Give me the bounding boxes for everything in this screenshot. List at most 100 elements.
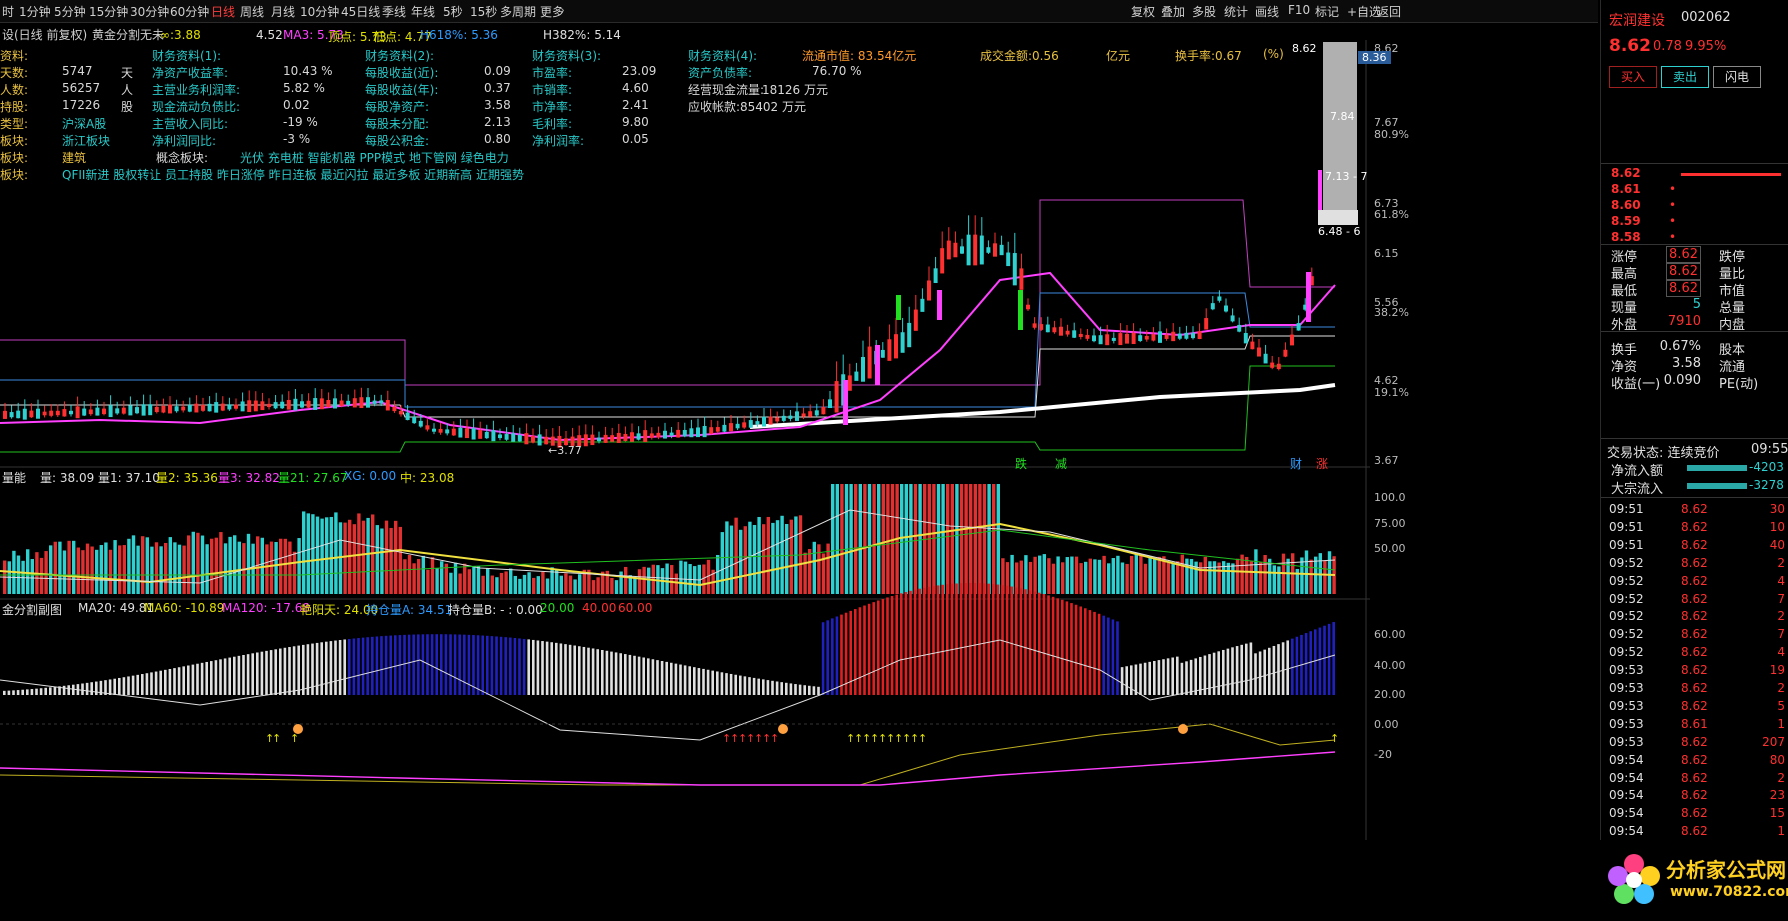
candle-body xyxy=(1006,252,1011,267)
fund-label: 持股: xyxy=(0,100,29,114)
toolbar-item[interactable]: 画线 xyxy=(1255,3,1279,20)
toolbar-item[interactable]: 返回 xyxy=(1377,3,1401,20)
sub-bar xyxy=(90,682,93,695)
toolbar-item[interactable]: 复权 xyxy=(1131,3,1155,20)
sub-bar xyxy=(900,593,903,695)
candle-body xyxy=(715,427,720,432)
volume-bar xyxy=(283,538,287,594)
volume-bar xyxy=(72,540,76,594)
sub-bar xyxy=(964,583,967,695)
sub-bar xyxy=(564,644,567,695)
volume-bar xyxy=(683,561,688,594)
period-tab[interactable]: 60分钟 xyxy=(170,3,209,20)
divider xyxy=(1601,163,1788,164)
toolbar-item[interactable]: +自选 xyxy=(1347,3,1381,20)
event-mark[interactable]: 减 xyxy=(1055,455,1067,472)
candle-body xyxy=(359,397,364,409)
volume-bar xyxy=(426,569,430,594)
period-tab[interactable]: 日线 xyxy=(211,3,235,20)
sub-bar xyxy=(532,639,535,695)
sub-bar xyxy=(302,644,305,695)
volume-bar xyxy=(237,541,241,594)
sub-bar xyxy=(430,634,434,695)
period-tab[interactable]: 多周期 xyxy=(500,3,536,20)
candle-body xyxy=(352,398,357,408)
volume-bar xyxy=(522,574,527,594)
event-mark[interactable]: 跌 xyxy=(1015,455,1027,472)
tick-volume: 7 xyxy=(1777,627,1785,642)
candle-body xyxy=(1296,323,1301,331)
fund-label: 市盈率: xyxy=(532,66,573,80)
sub-bar xyxy=(164,669,167,695)
toolbar-item[interactable]: 统计 xyxy=(1224,3,1248,20)
volume-bar xyxy=(1047,558,1051,594)
period-tab[interactable]: 15分钟 xyxy=(89,3,128,20)
price-axis-label: 6.15 xyxy=(1374,247,1399,260)
fund-value: 23.09 xyxy=(622,64,657,78)
period-tab[interactable]: 季线 xyxy=(382,3,406,20)
volume-bar xyxy=(39,557,44,594)
event-mark[interactable]: 涨 xyxy=(1316,455,1328,472)
candle-body xyxy=(953,242,958,258)
volume-bar xyxy=(1038,555,1042,594)
candle-body xyxy=(795,411,799,421)
period-tab[interactable]: 30分钟 xyxy=(130,3,169,20)
sub-bar xyxy=(72,684,75,695)
volume-bar xyxy=(559,575,563,594)
sub-bar xyxy=(936,585,940,695)
period-tab[interactable]: 周线 xyxy=(240,3,264,20)
sub-bar xyxy=(256,652,259,695)
candle-body xyxy=(234,404,238,409)
period-tab[interactable]: 时 xyxy=(2,3,14,20)
toolbar-item[interactable]: F10 xyxy=(1288,3,1310,17)
sub-bar xyxy=(918,588,921,695)
fund-section-title: 财务资料(4): xyxy=(688,49,758,63)
period-tab[interactable]: 5分钟 xyxy=(54,3,86,20)
sub-bar xyxy=(1231,647,1234,695)
volume-bar xyxy=(274,541,278,594)
buy-button[interactable]: 买入 xyxy=(1609,66,1657,88)
sub-bar xyxy=(950,583,954,695)
fund-section-title: 财务资料(2): xyxy=(365,49,435,63)
volume-bar xyxy=(150,546,154,594)
volume-bar xyxy=(840,484,844,594)
period-tab[interactable]: 年线 xyxy=(411,3,435,20)
period-tab[interactable]: 5秒 xyxy=(443,3,463,20)
candle-body xyxy=(121,407,126,414)
period-tab[interactable]: 15秒 xyxy=(470,3,497,20)
chevron-right-icon[interactable]: › xyxy=(560,3,565,17)
flash-button[interactable]: 闪电 xyxy=(1713,66,1761,88)
period-tab[interactable]: 1分钟 xyxy=(19,3,51,20)
tick-time: 09:53 xyxy=(1609,698,1644,713)
quote-panel: 宏润建设 002062 8.62 0.78 9.95% 买入 卖出 闪电 8.6… xyxy=(1600,0,1788,921)
arrow-up-icon: ↑ xyxy=(1330,732,1339,745)
sub-bar xyxy=(1102,615,1105,695)
volume-bar xyxy=(288,541,292,594)
period-tab[interactable]: 月线 xyxy=(271,3,295,20)
volume-bar xyxy=(992,484,996,594)
candle-body xyxy=(900,332,905,353)
volume-bar xyxy=(219,532,223,594)
period-tab[interactable]: 10分钟 xyxy=(300,3,339,20)
period-tab[interactable]: 45日线 xyxy=(341,3,380,20)
sell-button[interactable]: 卖出 xyxy=(1661,66,1709,88)
sub-header-item: 持仓量A: 34.51 xyxy=(366,603,453,617)
sub-bar xyxy=(12,690,15,695)
toolbar-item[interactable]: 多股 xyxy=(1192,3,1216,20)
candle-body xyxy=(445,429,450,434)
fund-unit: 股 xyxy=(121,100,134,114)
fund-label: 板块: xyxy=(0,134,29,148)
sub-bar xyxy=(228,657,231,695)
sub-bar xyxy=(182,666,185,695)
signal-dot-icon xyxy=(1178,724,1188,734)
sub-bar xyxy=(610,651,613,695)
volume-bar xyxy=(1088,558,1092,594)
event-mark[interactable]: 财 xyxy=(1290,455,1302,472)
volume-bar xyxy=(941,484,945,594)
toolbar-item[interactable]: 叠加 xyxy=(1161,3,1185,20)
toolbar-item[interactable]: 标记 xyxy=(1315,3,1339,20)
ma-line xyxy=(0,271,1336,442)
sub-bar xyxy=(513,638,517,695)
sub-bar xyxy=(440,634,443,695)
sub-bar xyxy=(260,651,264,695)
